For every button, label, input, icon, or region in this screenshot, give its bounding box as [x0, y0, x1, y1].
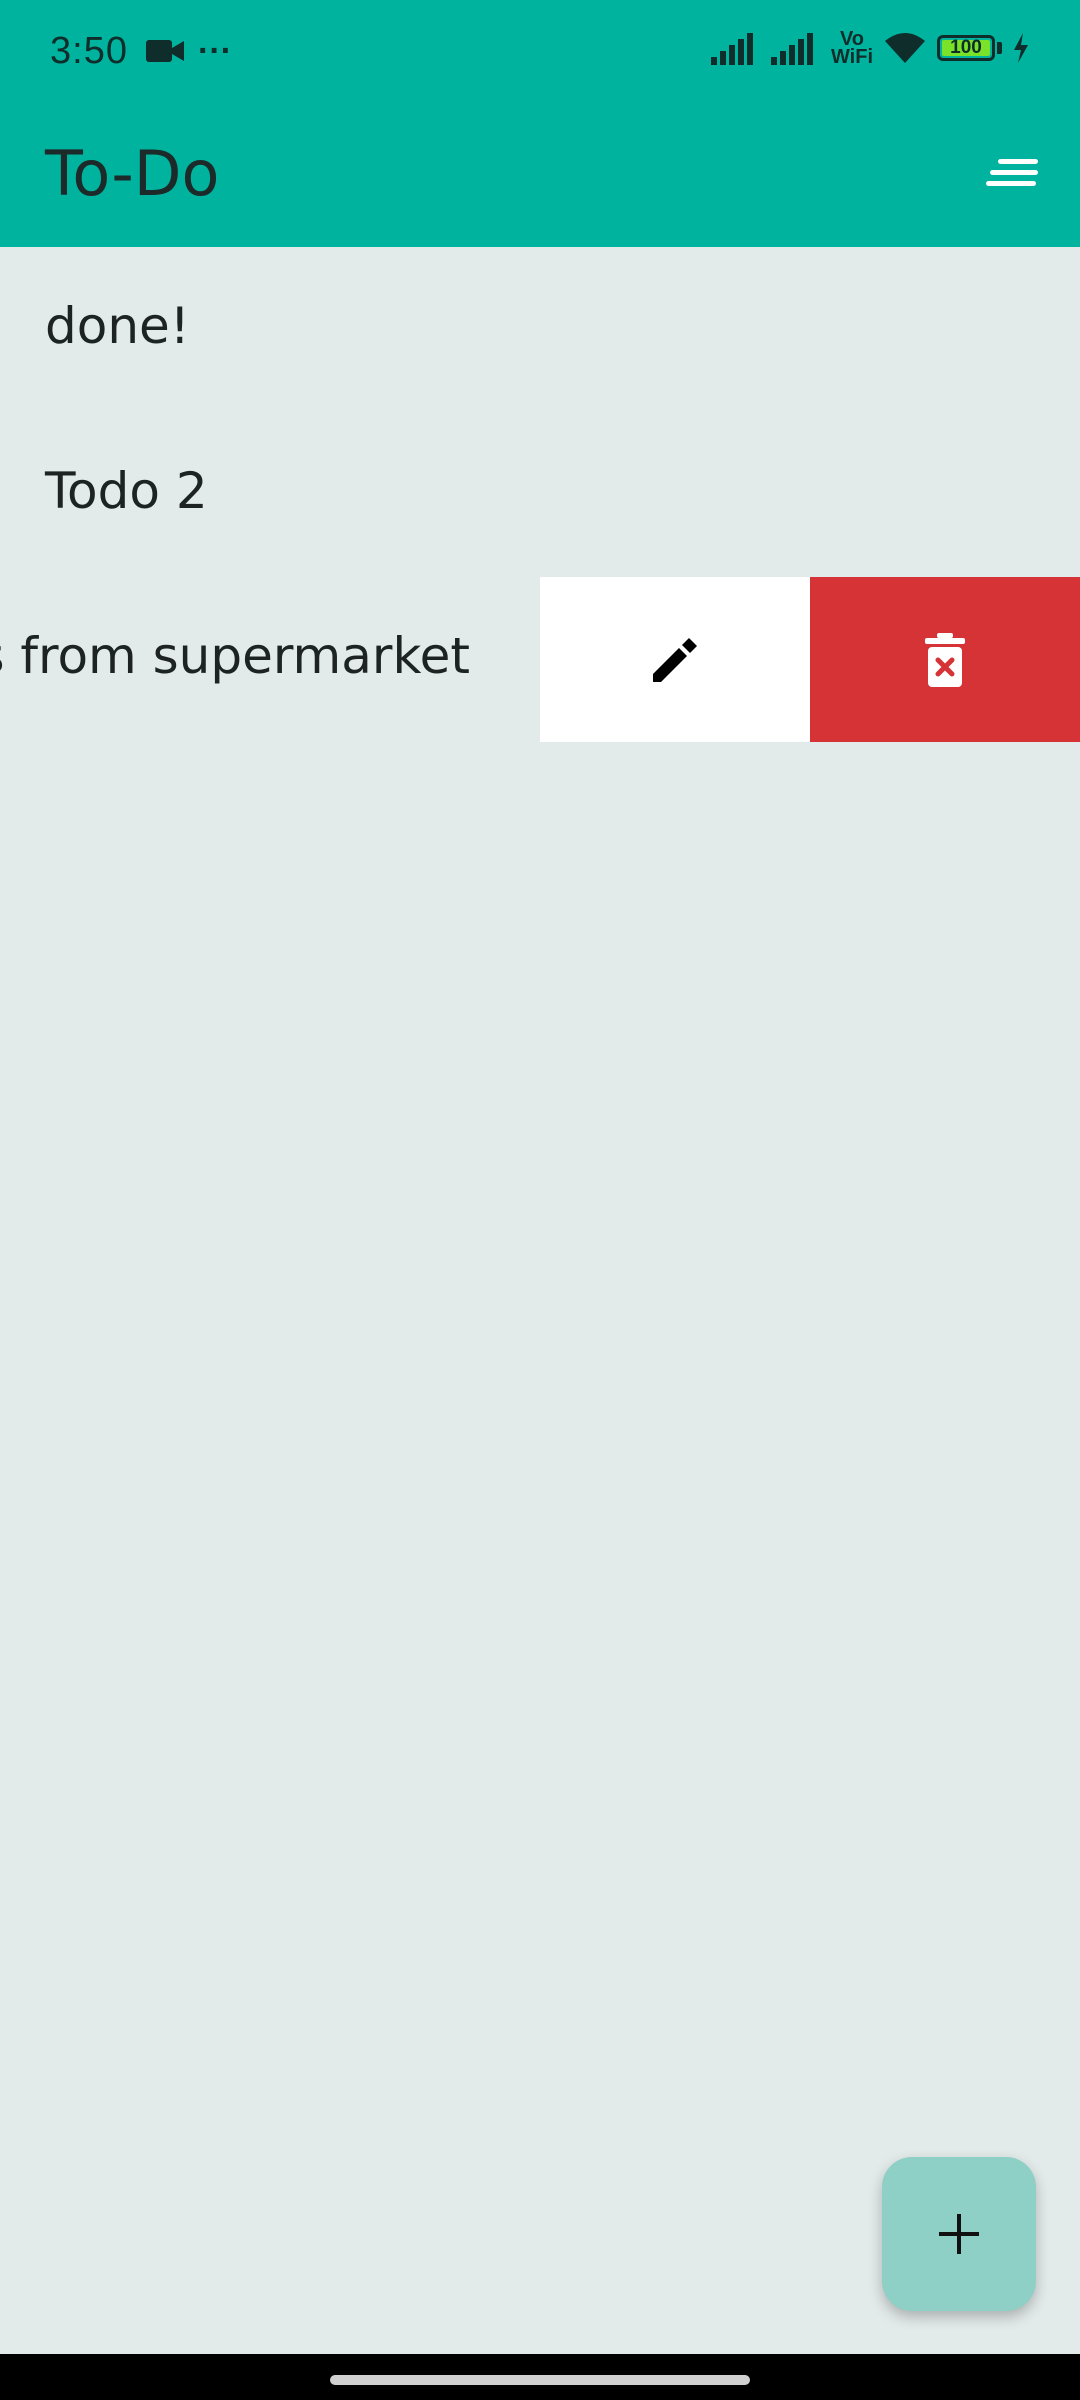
wifi-icon: [885, 33, 925, 63]
todo-text: Get items from supermarket: [0, 627, 470, 685]
home-indicator[interactable]: [330, 2375, 750, 2385]
trash-icon: [925, 632, 965, 687]
plus-icon: [939, 2214, 979, 2254]
charging-icon: [1014, 33, 1028, 63]
sort-menu-icon: [986, 159, 1038, 186]
delete-button[interactable]: [810, 577, 1080, 742]
vowifi-icon: Vo WiFi: [830, 28, 873, 68]
add-todo-button[interactable]: [882, 2157, 1036, 2311]
battery-icon: 100: [937, 35, 995, 61]
video-camera-icon: [146, 40, 184, 62]
pencil-icon: [653, 637, 697, 682]
edit-button[interactable]: [540, 577, 810, 742]
app-title: To-Do: [45, 137, 220, 210]
more-notifications-icon: ···: [198, 32, 232, 70]
status-time: 3:50: [50, 30, 128, 72]
todo-list: done! Todo 2 Get items from supermarket: [0, 247, 1080, 742]
todo-item[interactable]: Todo 2: [0, 412, 1080, 577]
todo-item-swiped[interactable]: Get items from supermarket: [0, 577, 1080, 742]
todo-text: Todo 2: [45, 462, 208, 520]
todo-text: done!: [45, 297, 190, 355]
app-bar: To-Do: [0, 105, 1080, 247]
signal-icon: [770, 33, 813, 65]
signal-icon: [710, 33, 753, 65]
sort-menu-button[interactable]: [986, 149, 1040, 203]
swipe-actions: [540, 577, 1080, 742]
status-bar: 3:50 ··· Vo WiFi 100: [0, 0, 1080, 105]
todo-item[interactable]: done!: [0, 247, 1080, 412]
